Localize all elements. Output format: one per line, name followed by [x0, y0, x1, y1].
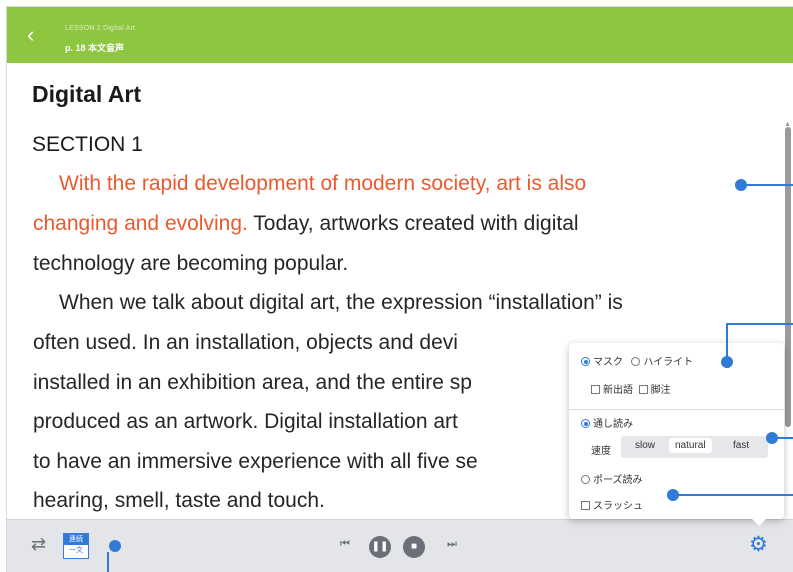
callout-marker — [109, 540, 121, 552]
popup-tail — [752, 519, 766, 526]
speed-slow[interactable]: slow — [635, 440, 655, 451]
text-line[interactable]: When we talk about digital art, the expr… — [59, 291, 623, 315]
footnote-checkbox[interactable] — [638, 385, 648, 394]
mask-radio[interactable] — [581, 357, 590, 366]
text-line[interactable]: technology are becoming popular. — [33, 252, 348, 276]
chevron-left-icon: ‹ — [27, 22, 35, 47]
callout-line — [107, 552, 109, 572]
sentence[interactable]: When we talk about digital art, the expr… — [59, 291, 623, 314]
skip-previous-icon[interactable]: ⏮ — [340, 538, 350, 551]
sentence[interactable]: installed in an exhibition area, and the… — [33, 371, 472, 394]
highlight-label: ハイライト — [643, 357, 694, 368]
pause-button[interactable]: ❚❚ — [369, 536, 391, 558]
sentence[interactable]: produced as an artwork. Digital installa… — [33, 410, 458, 433]
section-heading: SECTION 1 — [32, 133, 143, 156]
mask-label: マスク — [593, 357, 623, 368]
header-bar: ‹ LESSON 2 Digital Art p. 18 本文音声 — [7, 7, 793, 63]
slash-label: スラッシュ — [593, 501, 643, 512]
highlighted-sentence[interactable]: With the rapid development of modern soc… — [59, 172, 586, 195]
highlighted-sentence[interactable]: changing and evolving. — [33, 212, 248, 235]
pause-reading-row: ポーズ読み — [581, 471, 643, 486]
pause-reading-radio[interactable] — [581, 475, 590, 484]
text-line[interactable]: changing and evolving. Today, artworks c… — [33, 212, 579, 236]
back-button[interactable]: ‹ — [27, 21, 51, 49]
mask-options-row: 新出語 脚注 — [591, 381, 671, 396]
speed-selector: slow natural fast — [621, 436, 768, 458]
text-line[interactable]: often used. In an installation, objects … — [33, 331, 458, 355]
divider — [569, 409, 784, 410]
text-line[interactable]: With the rapid development of modern soc… — [59, 172, 586, 196]
speed-label: 速度 — [591, 446, 611, 457]
sentence[interactable]: technology are becoming popular. — [33, 252, 348, 275]
pause-icon: ❚❚ — [371, 541, 389, 552]
text-line[interactable]: installed in an exhibition area, and the… — [33, 371, 472, 395]
sentence[interactable]: hearing, smell, taste and touch. — [33, 489, 325, 512]
sentence[interactable]: often used. In an installation, objects … — [33, 331, 458, 354]
highlight-radio[interactable] — [631, 357, 641, 366]
renzoku-label-top: 連続 — [64, 534, 88, 545]
mask-highlight-row: マスク ハイライト — [581, 353, 693, 368]
pause-reading-label: ポーズ読み — [593, 475, 643, 486]
callout-line — [743, 184, 793, 186]
text-title: Digital Art — [32, 81, 142, 107]
repeat-icon[interactable]: ⇄ — [31, 534, 46, 555]
continuous-row: 通し読み — [581, 415, 633, 430]
vertical-scrollbar[interactable] — [785, 127, 791, 427]
continuous-mode-button[interactable]: 連続 一文 — [63, 533, 89, 559]
speed-natural[interactable]: natural — [669, 438, 712, 453]
renzoku-label-bottom: 一文 — [69, 547, 83, 554]
slash-checkbox[interactable] — [581, 501, 590, 510]
new-words-label: 新出語 — [603, 385, 633, 396]
callout-line — [675, 494, 793, 496]
gear-icon[interactable]: ⚙ — [749, 532, 768, 557]
lesson-breadcrumb: LESSON 2 Digital Art — [65, 25, 136, 32]
callout-line — [775, 437, 793, 439]
footnote-label: 脚注 — [650, 385, 671, 396]
stop-button[interactable]: ■ — [403, 536, 425, 558]
callout-line — [726, 324, 728, 358]
player-bar: ⇄ 連続 一文 ⏮ ❚❚ ■ ⏭ ⚙ — [7, 519, 793, 572]
callout-line — [726, 323, 793, 325]
text-line[interactable]: to have an immersive experience with all… — [33, 450, 478, 474]
sentence[interactable]: Today, artworks created with digital — [248, 212, 578, 235]
continuous-radio[interactable] — [581, 419, 590, 428]
continuous-label: 通し読み — [593, 419, 633, 430]
skip-next-icon[interactable]: ⏭ — [447, 538, 457, 551]
slash-row: スラッシュ — [581, 497, 643, 512]
page-title: p. 18 本文音声 — [65, 43, 125, 53]
stop-icon: ■ — [410, 541, 418, 552]
app-frame: ‹ LESSON 2 Digital Art p. 18 本文音声 Digita… — [7, 7, 793, 572]
text-line[interactable]: hearing, smell, taste and touch. — [33, 489, 325, 513]
new-words-checkbox[interactable] — [591, 385, 600, 394]
speed-fast[interactable]: fast — [733, 440, 749, 451]
sentence[interactable]: to have an immersive experience with all… — [33, 450, 478, 473]
text-line[interactable]: produced as an artwork. Digital installa… — [33, 410, 458, 434]
